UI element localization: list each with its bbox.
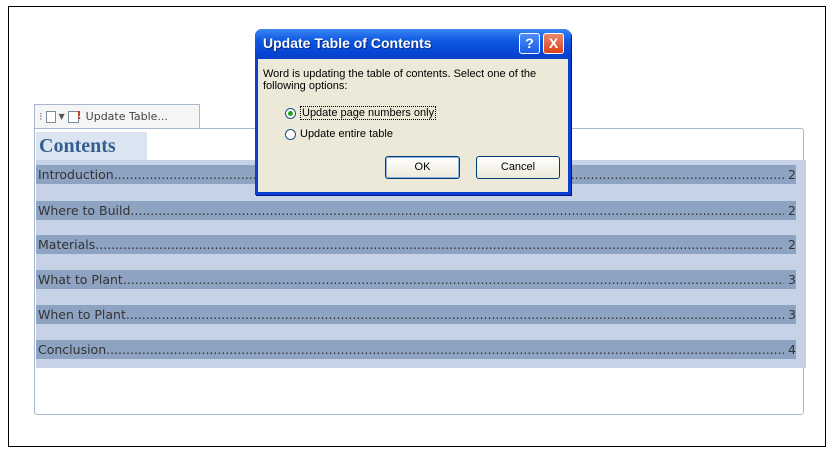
toc-entry[interactable]: Materials...............................… — [36, 235, 784, 254]
toc-entry-title[interactable]: Conclusion — [36, 340, 106, 359]
toc-entry-page[interactable]: 4 — [784, 340, 796, 359]
update-toc-dialog: Update Table of Contents ? X Word is upd… — [255, 29, 571, 195]
ok-button[interactable]: OK — [385, 156, 460, 179]
toc-entry-page[interactable]: 2 — [784, 165, 796, 184]
toc-heading: Contents — [36, 132, 147, 160]
option-label[interactable]: Update entire table — [300, 128, 393, 140]
toc-entry-title[interactable]: Introduction — [36, 165, 114, 184]
toc-leader-dots: ........................................… — [130, 203, 784, 218]
toc-control-tab[interactable]: ⁝ ▼ Update Table... — [34, 104, 200, 128]
toc-entry-page[interactable]: 2 — [784, 235, 796, 254]
toc-entry-page[interactable]: 2 — [784, 201, 796, 220]
cancel-button[interactable]: Cancel — [476, 156, 560, 179]
toc-leader-dots: ........................................… — [106, 342, 784, 357]
toc-entry-page[interactable]: 3 — [784, 270, 796, 289]
document-icon[interactable] — [45, 110, 56, 123]
option-entire-table[interactable]: Update entire table — [285, 128, 393, 140]
toc-entry-title[interactable]: When to Plant — [36, 305, 126, 324]
radio-selected-icon[interactable] — [285, 107, 296, 119]
radio-unselected-icon[interactable] — [285, 128, 296, 140]
update-table-icon[interactable] — [67, 109, 82, 123]
update-table-button[interactable]: Update Table... — [86, 110, 168, 123]
dialog-message: Word is updating the table of contents. … — [263, 68, 537, 92]
toc-entry[interactable]: Where to Build..........................… — [36, 201, 784, 220]
toc-entry-title[interactable]: Materials — [36, 235, 95, 254]
close-button[interactable]: X — [543, 33, 564, 54]
dialog-titlebar[interactable]: Update Table of Contents ? X — [255, 29, 571, 59]
dialog-title: Update Table of Contents — [263, 35, 432, 51]
chevron-down-icon[interactable]: ▼ — [59, 112, 65, 121]
toc-leader-dots: ........................................… — [95, 237, 784, 252]
help-button[interactable]: ? — [519, 33, 540, 54]
toc-entry[interactable]: Conclusion..............................… — [36, 340, 784, 359]
toc-entry-title[interactable]: What to Plant — [36, 270, 123, 289]
toc-entry-title[interactable]: Where to Build — [36, 201, 130, 220]
grip-icon[interactable]: ⁝ — [39, 110, 43, 123]
toc-entry[interactable]: What to Plant...........................… — [36, 270, 784, 289]
toc-entry[interactable]: When to Plant...........................… — [36, 305, 784, 324]
option-page-numbers-only[interactable]: Update page numbers only — [285, 106, 437, 120]
toc-leader-dots: ........................................… — [125, 307, 784, 322]
option-label[interactable]: Update page numbers only — [300, 106, 437, 120]
toc-leader-dots: ........................................… — [122, 272, 784, 287]
toc-entry-page[interactable]: 3 — [784, 305, 796, 324]
